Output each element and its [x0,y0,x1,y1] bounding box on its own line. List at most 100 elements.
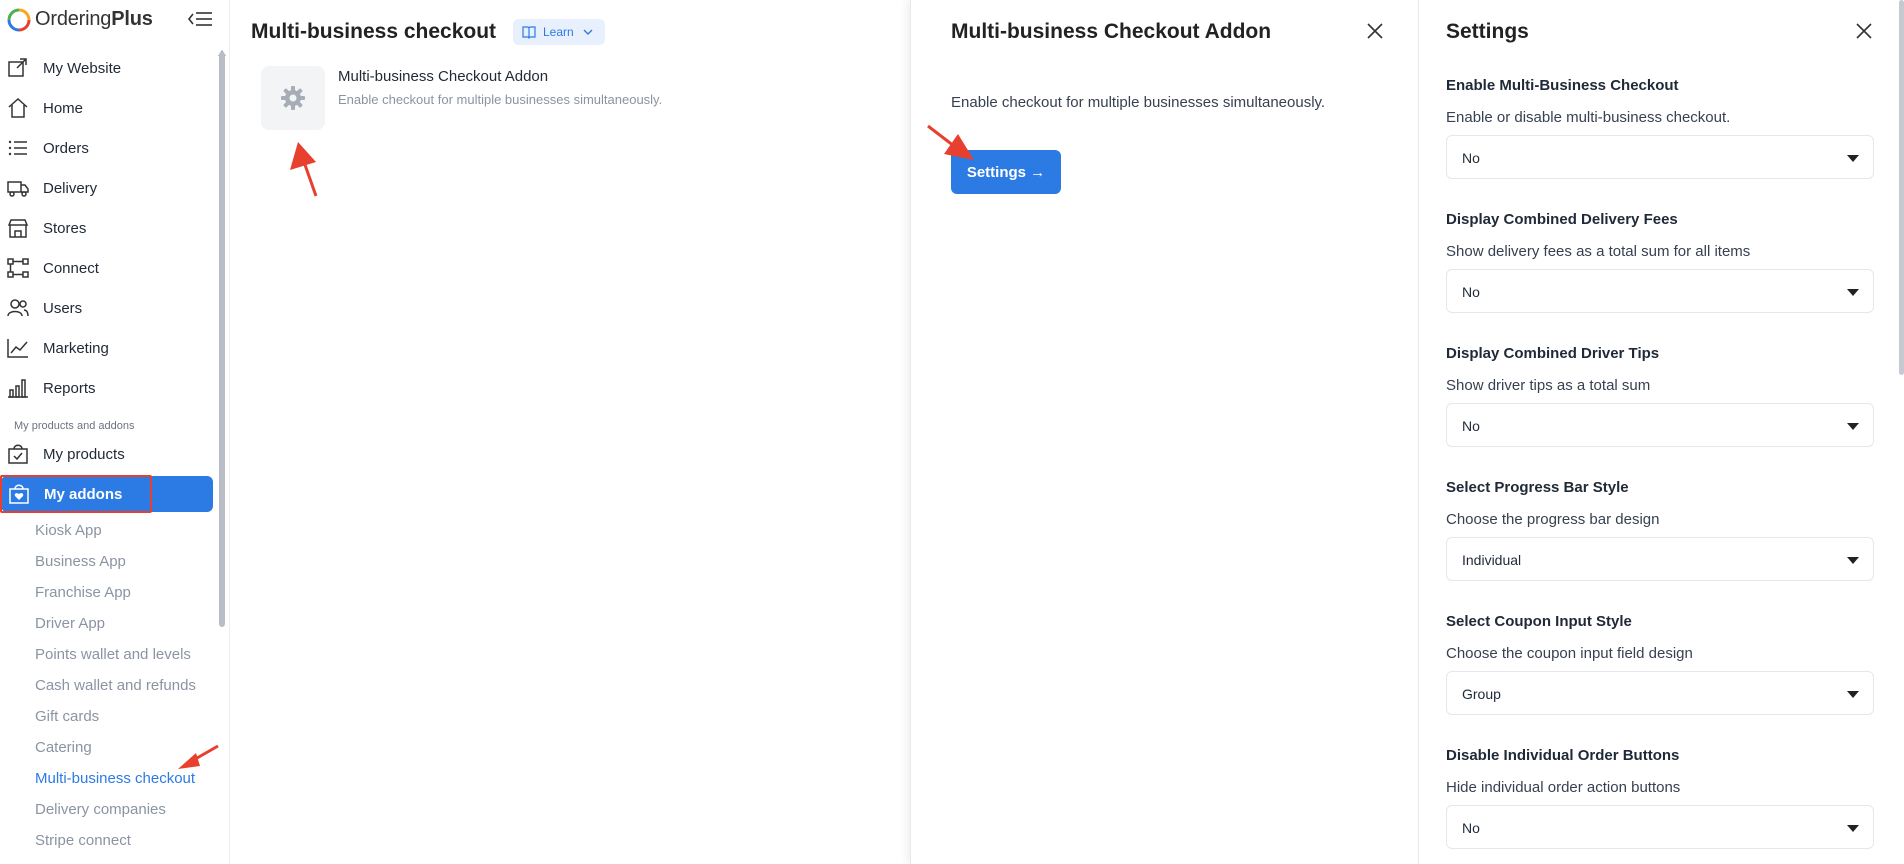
caret-down-icon [1847,557,1859,564]
select-value: Individual [1462,552,1522,568]
shopping-bag-check-icon [8,444,28,464]
setting-select[interactable]: No [1446,805,1874,849]
caret-down-icon [1847,155,1859,162]
settings-button[interactable]: Settings → [951,150,1061,194]
setting-select[interactable]: Individual [1446,537,1874,581]
main-content: Multi-business checkout Learn Multi-busi… [231,0,909,864]
select-value: No [1462,150,1480,166]
sidebar-item-label: Orders [43,140,89,157]
addon-description: Enable checkout for multiple businesses … [338,92,663,107]
setting-description: Choose the coupon input field design [1446,645,1693,662]
chart-line-icon [7,339,28,358]
learn-button[interactable]: Learn [513,19,605,45]
setting-title: Select Coupon Input Style [1446,613,1632,630]
select-value: Group [1462,686,1501,702]
setting-title: Disable Individual Order Buttons [1446,747,1680,764]
sidebar-item-marketing[interactable]: Marketing [0,330,215,366]
addon-card[interactable]: Multi-business Checkout Addon Enable che… [261,66,821,136]
logo-text: OrderingPlus [35,8,153,30]
sub-item-gift-cards[interactable]: Gift cards [35,708,99,725]
sidebar-item-orders[interactable]: Orders [0,130,215,166]
sidebar-item-label: My Website [43,60,122,77]
shopping-bag-heart-icon [9,484,29,504]
page-title: Multi-business checkout [251,20,497,43]
close-icon[interactable] [1365,21,1385,41]
sidebar-item-label: My products [43,446,125,463]
caret-down-icon [1847,691,1859,698]
select-value: No [1462,418,1480,434]
book-icon [522,26,536,39]
sidebar: OrderingPlus My Website Home Orders Deli… [0,0,230,864]
sidebar-item-delivery[interactable]: Delivery [0,170,215,206]
setting-select[interactable]: No [1446,403,1874,447]
panel-description: Enable checkout for multiple businesses … [951,94,1326,111]
caret-down-icon [1847,825,1859,832]
setting-description: Choose the progress bar design [1446,511,1660,528]
sub-item-stripe-connect[interactable]: Stripe connect [35,832,131,849]
sub-item-cash-wallet[interactable]: Cash wallet and refunds [35,677,196,694]
sidebar-item-label: Delivery [43,180,98,197]
setting-title: Display Combined Delivery Fees [1446,211,1678,228]
sidebar-item-label: Reports [43,380,96,397]
setting-description: Enable or disable multi-business checkou… [1446,109,1731,126]
panel-title: Multi-business Checkout Addon [951,20,1272,43]
users-icon [7,299,29,317]
close-icon[interactable] [1854,21,1874,41]
setting-title: Display Combined Driver Tips [1446,345,1660,362]
addon-thumbnail [261,66,325,130]
addon-detail-panel: Multi-business Checkout Addon Enable che… [910,0,1418,864]
learn-label: Learn [543,25,574,39]
setting-description: Show driver tips as a total sum [1446,377,1651,394]
list-icon [8,140,27,156]
truck-icon [7,181,29,197]
sub-item-business-app[interactable]: Business App [35,553,126,570]
setting-select[interactable]: No [1446,135,1874,179]
sub-item-driver-app[interactable]: Driver App [35,615,105,632]
sub-item-catering[interactable]: Catering [35,739,92,756]
sidebar-item-label: Users [43,300,83,317]
store-icon [7,219,29,238]
sidebar-item-label: Marketing [43,340,109,357]
sidebar-item-stores[interactable]: Stores [0,210,215,246]
setting-select[interactable]: No [1446,269,1874,313]
sidebar-item-reports[interactable]: Reports [0,370,215,406]
addon-name: Multi-business Checkout Addon [338,68,549,85]
bar-chart-icon [8,379,28,398]
home-icon [8,98,28,118]
sidebar-item-connect[interactable]: Connect [0,250,215,286]
setting-select[interactable]: Group [1446,671,1874,715]
sub-item-points-wallet[interactable]: Points wallet and levels [35,646,191,663]
sidebar-item-label: Stores [43,220,87,237]
sidebar-item-my-website[interactable]: My Website [0,50,215,86]
sub-item-franchise-app[interactable]: Franchise App [35,584,131,601]
sidebar-item-users[interactable]: Users [0,290,215,326]
sub-item-delivery-companies[interactable]: Delivery companies [35,801,166,818]
external-link-icon [8,58,27,77]
sidebar-item-my-addons[interactable]: My addons [1,476,213,512]
nodes-icon [7,258,29,278]
sidebar-item-label: My addons [44,486,123,503]
sub-item-kiosk-app[interactable]: Kiosk App [35,522,102,539]
sidebar-item-my-products[interactable]: My products [0,436,215,472]
caret-down-icon [1847,423,1859,430]
gear-icon [281,86,305,110]
settings-panel: Settings Enable Multi-Business Checkout … [1418,0,1904,864]
caret-down-icon [1847,289,1859,296]
section-title: My products and addons [14,420,135,432]
select-value: No [1462,284,1480,300]
sidebar-item-home[interactable]: Home [0,90,215,126]
sidebar-item-label: Connect [43,260,99,277]
setting-title: Select Progress Bar Style [1446,479,1629,496]
sidebar-scrollbar[interactable] [219,52,225,627]
collapse-sidebar-icon[interactable] [186,8,214,30]
sub-item-multi-business-checkout[interactable]: Multi-business checkout [35,770,195,787]
select-value: No [1462,820,1480,836]
logo-ring-icon [7,8,31,32]
setting-description: Hide individual order action buttons [1446,779,1681,796]
setting-description: Show delivery fees as a total sum for al… [1446,243,1751,260]
settings-title: Settings [1446,20,1529,43]
setting-title: Enable Multi-Business Checkout [1446,77,1679,94]
settings-scrollbar[interactable] [1899,0,1904,375]
chevron-down-icon [583,29,593,35]
sidebar-item-label: Home [43,100,84,117]
